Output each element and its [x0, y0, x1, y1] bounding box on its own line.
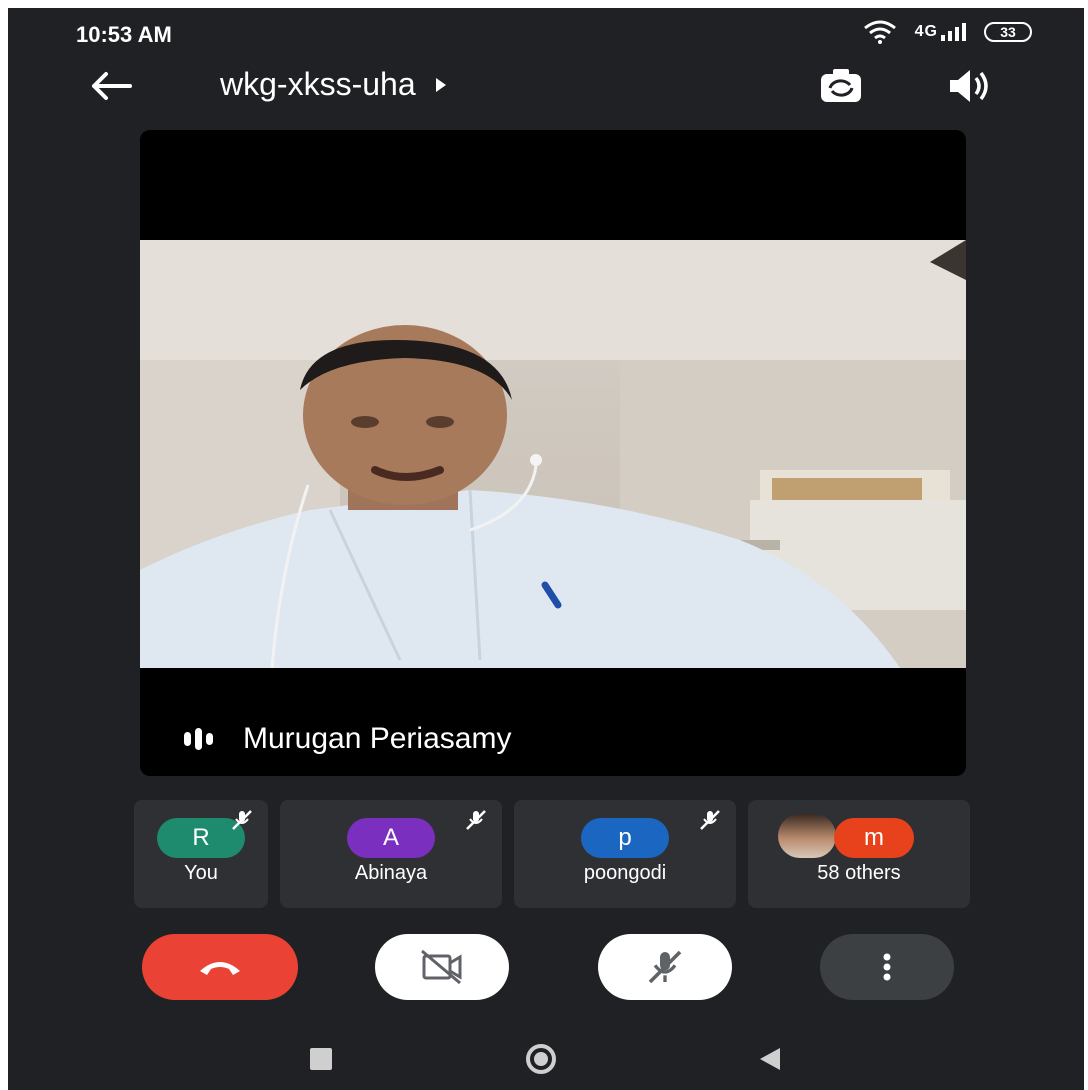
- more-vert-icon: [883, 953, 891, 981]
- end-call-button[interactable]: [142, 934, 298, 1000]
- participant-tile-you[interactable]: R You: [134, 800, 268, 908]
- mic-toggle-button[interactable]: [598, 934, 732, 1000]
- participant-name: 58 others: [817, 862, 901, 884]
- status-time: 10:53 AM: [76, 22, 172, 47]
- camera-toggle-button[interactable]: [375, 934, 509, 1000]
- more-options-button[interactable]: [820, 934, 954, 1000]
- participant-tile-others[interactable]: m 58 others: [748, 800, 970, 908]
- call-end-icon: [200, 962, 240, 975]
- speaker-label: Murugan Periasamy: [184, 722, 511, 756]
- mic-off-icon: [466, 810, 486, 830]
- participant-photo-avatar: [778, 814, 836, 858]
- mic-off-icon: [648, 950, 682, 984]
- meeting-code-button[interactable]: wkg-xkss-uha: [220, 66, 446, 103]
- mic-off-icon: [232, 810, 252, 830]
- participant-name: poongodi: [583, 862, 667, 884]
- main-speaker-tile[interactable]: Murugan Periasamy: [140, 130, 966, 776]
- network-type: 4G: [914, 23, 938, 40]
- avatar: m: [834, 818, 914, 858]
- participant-name: Abinaya: [354, 862, 428, 884]
- home-icon: [534, 1052, 548, 1066]
- participant-name: You: [184, 862, 218, 884]
- videocam-off-icon: [421, 949, 462, 985]
- battery-icon: 33: [984, 22, 1032, 42]
- avatar: A: [347, 818, 435, 858]
- nav-back-button[interactable]: [760, 1048, 780, 1070]
- speaker-video: [140, 240, 966, 668]
- nav-recents-button[interactable]: [310, 1048, 332, 1070]
- wifi-icon: [863, 20, 896, 44]
- mic-off-icon: [700, 810, 720, 830]
- meet-screen: 10:53 AM 4G 33 wkg-xkss-uha Murugan Peri…: [8, 8, 1084, 1090]
- audio-level-icon: [184, 728, 213, 750]
- speaker-name: Murugan Periasamy: [243, 722, 512, 755]
- video-frame-image: [140, 240, 966, 668]
- arrow-back-icon[interactable]: [86, 66, 136, 106]
- participant-tile-poongodi[interactable]: p poongodi: [514, 800, 736, 908]
- switch-camera-icon[interactable]: [816, 64, 866, 108]
- status-icons: 4G 33: [863, 20, 1032, 44]
- expand-arrow-icon: [435, 77, 446, 92]
- battery-level: 33: [1000, 24, 1016, 40]
- avatar: p: [581, 818, 669, 858]
- signal-icon: 4G: [915, 23, 966, 41]
- participant-tile-abinaya[interactable]: A Abinaya: [280, 800, 502, 908]
- nav-home-button[interactable]: [526, 1044, 556, 1074]
- meeting-code: wkg-xkss-uha: [220, 66, 416, 102]
- volume-icon[interactable]: [946, 66, 994, 106]
